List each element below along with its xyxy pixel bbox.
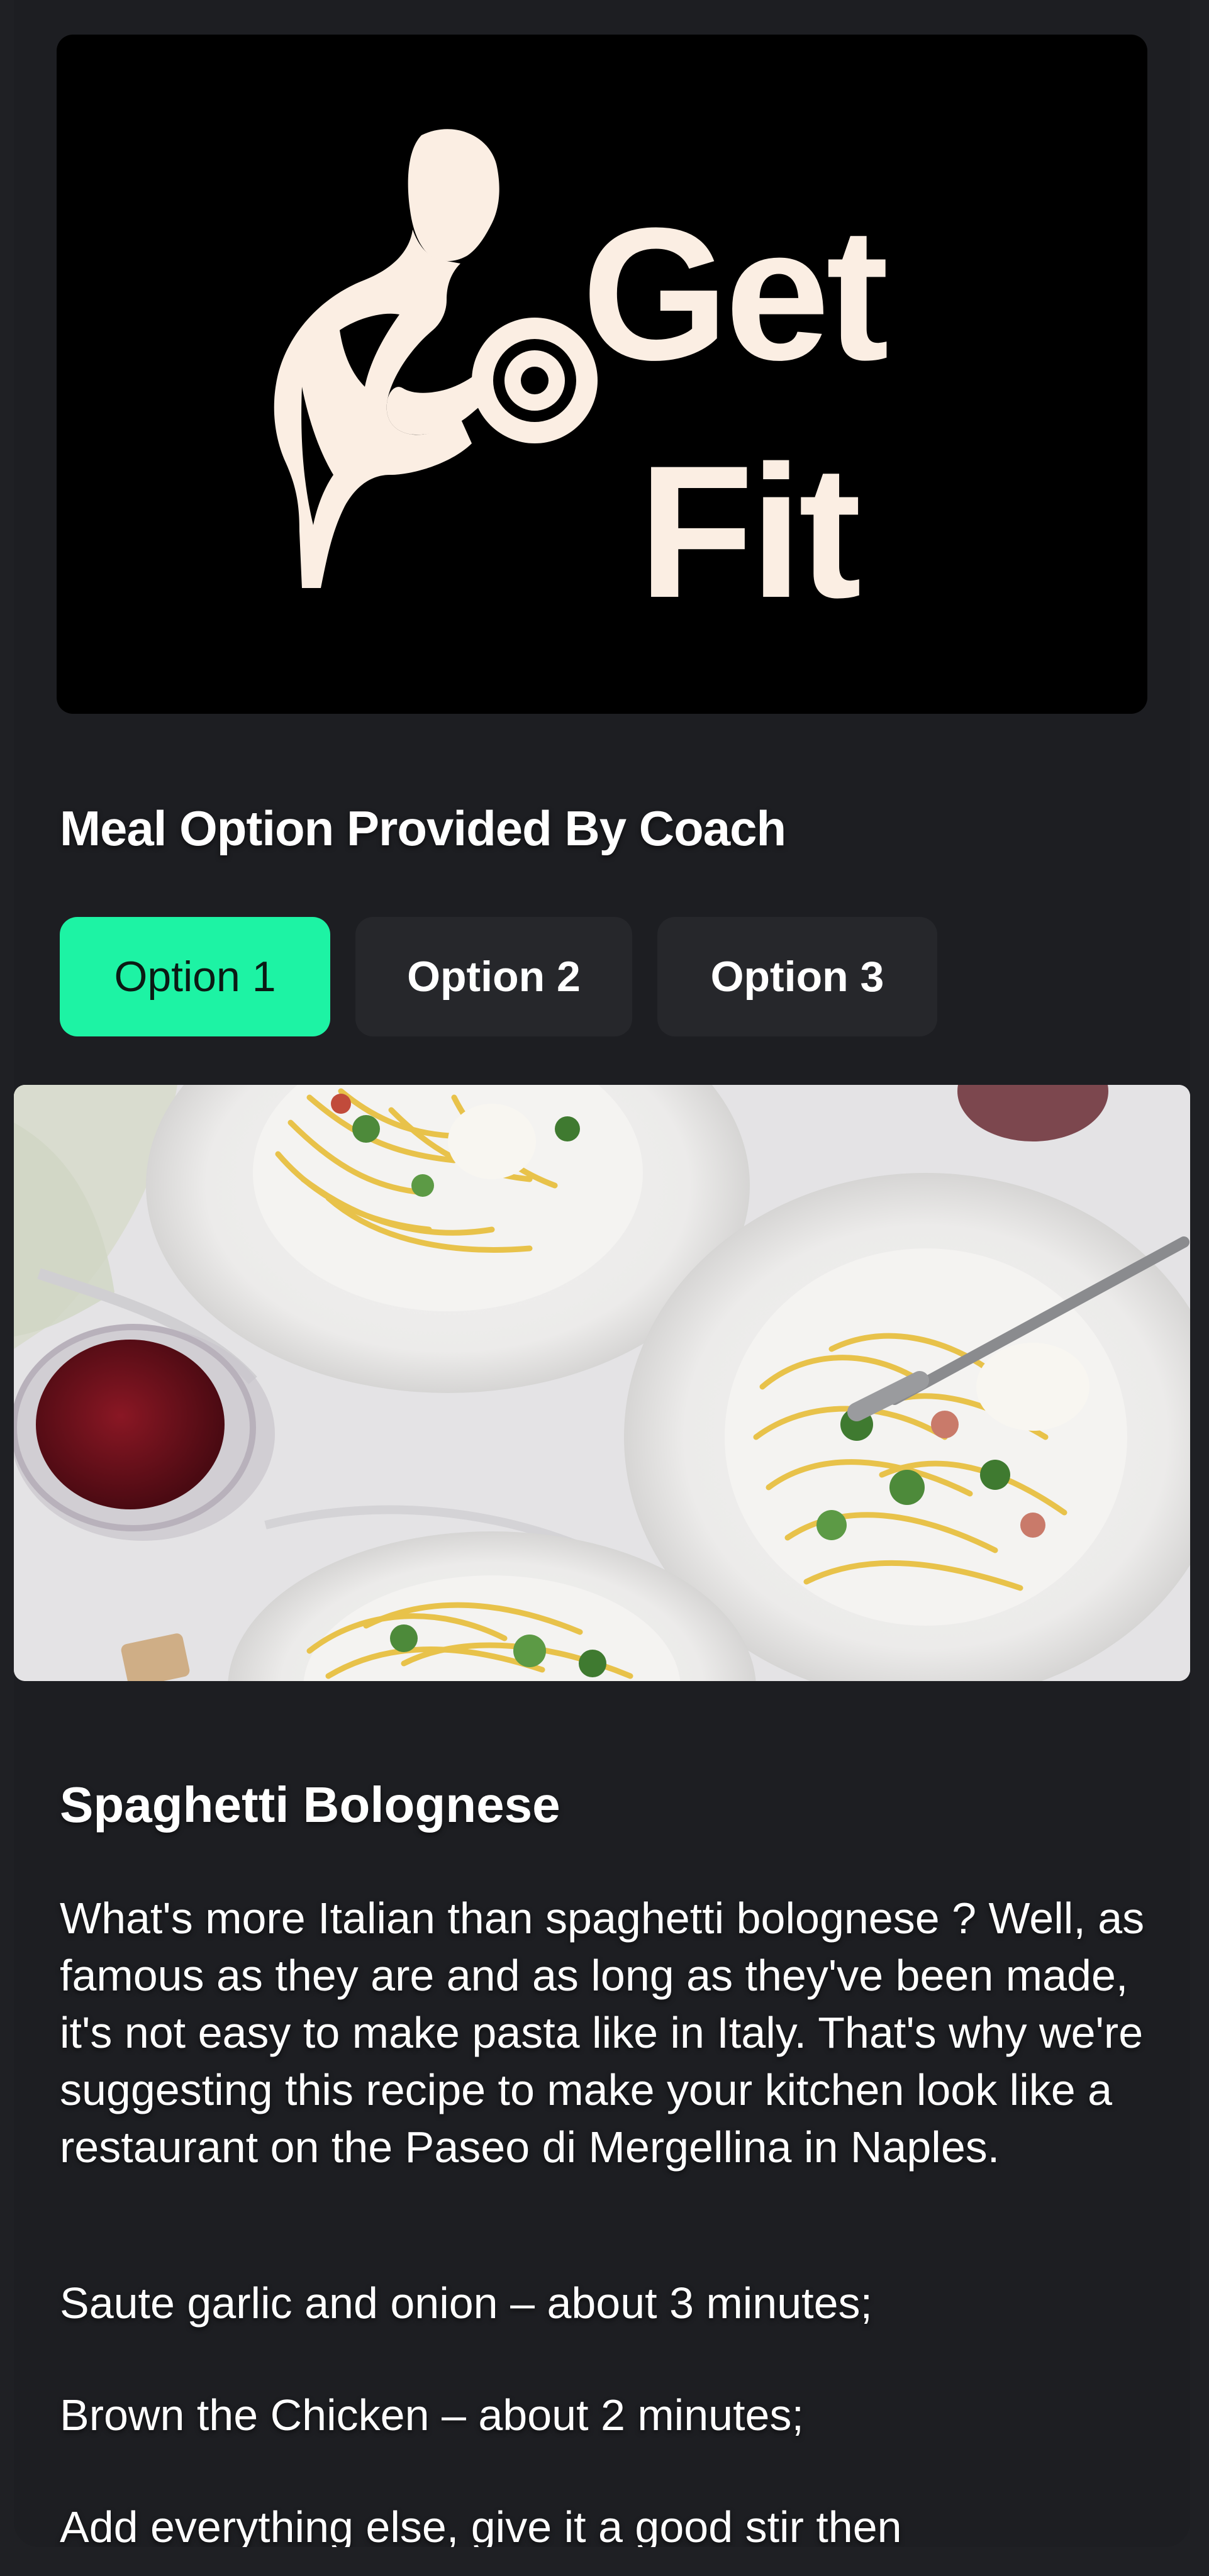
recipe-step: Add everything else, give it a good stir… <box>60 2502 902 2547</box>
tab-option-1[interactable]: Option 1 <box>60 917 330 1036</box>
section-title: Meal Option Provided By Coach <box>60 801 786 856</box>
recipe-title: Spaghetti Bolognese <box>60 1777 560 1833</box>
get-fit-logo: Get Fit <box>57 35 1147 714</box>
pasta-plates-image <box>14 1085 1190 1681</box>
recipe-step: Brown the Chicken – about 2 minutes; <box>60 2390 804 2440</box>
recipe-description: What's more Italian than spaghetti bolog… <box>60 1894 1145 2172</box>
app-frame: Get Fit Meal Option Provided By Coach Op… <box>0 0 1209 2576</box>
tab-option-3[interactable]: Option 3 <box>657 917 937 1036</box>
logo-word-get: Get <box>582 188 889 399</box>
meal-card: Get Fit Meal Option Provided By Coach Op… <box>14 0 1190 2547</box>
meal-photo <box>14 1085 1190 1681</box>
recipe-step: Saute garlic and onion – about 3 minutes… <box>60 2279 872 2328</box>
bodybuilder-dumbbell-icon <box>274 129 598 588</box>
tab-option-2[interactable]: Option 2 <box>355 917 632 1036</box>
logo-word-fit: Fit <box>638 426 862 637</box>
